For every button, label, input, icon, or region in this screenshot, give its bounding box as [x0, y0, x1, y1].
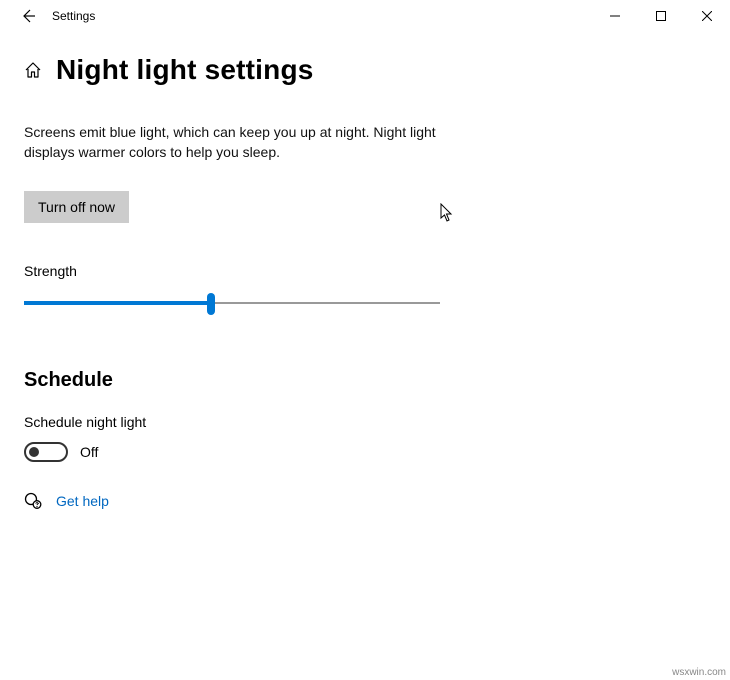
get-help-link[interactable]: Get help: [24, 492, 706, 510]
get-help-text: Get help: [56, 493, 109, 509]
toggle-knob: [29, 447, 39, 457]
page-description: Screens emit blue light, which can keep …: [24, 122, 474, 163]
slider-fill: [24, 301, 211, 305]
strength-label: Strength: [24, 263, 706, 279]
watermark: wsxwin.com: [672, 667, 726, 678]
minimize-button[interactable]: [592, 0, 638, 32]
schedule-heading: Schedule: [24, 369, 706, 392]
slider-thumb[interactable]: [207, 293, 215, 315]
maximize-icon: [656, 11, 666, 21]
turn-off-now-button[interactable]: Turn off now: [24, 191, 129, 223]
back-button[interactable]: [8, 0, 48, 32]
schedule-toggle-label: Schedule night light: [24, 414, 706, 430]
home-button[interactable]: [24, 61, 42, 79]
schedule-toggle[interactable]: [24, 442, 68, 462]
help-icon: [24, 492, 42, 510]
strength-slider[interactable]: [24, 293, 440, 313]
close-icon: [702, 11, 712, 21]
close-button[interactable]: [684, 0, 730, 32]
minimize-icon: [610, 11, 620, 21]
home-icon: [24, 61, 42, 79]
page-title: Night light settings: [56, 54, 314, 86]
window-title: Settings: [48, 9, 95, 23]
back-arrow-icon: [20, 8, 36, 24]
maximize-button[interactable]: [638, 0, 684, 32]
schedule-toggle-state: Off: [80, 444, 98, 460]
